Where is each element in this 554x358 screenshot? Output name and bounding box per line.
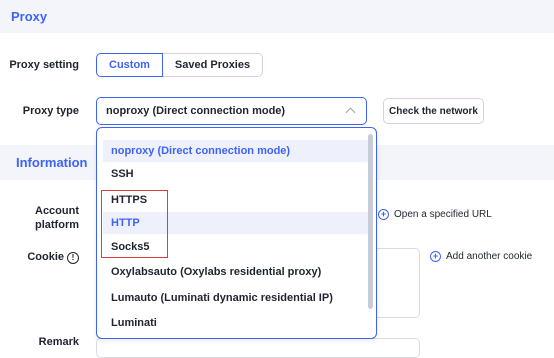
plus-circle-icon: + [430,251,441,262]
check-network-button[interactable]: Check the network [383,98,484,124]
proxy-type-select[interactable]: noproxy (Direct connection mode) [96,97,367,125]
option-lumauto[interactable]: Lumauto (Luminati dynamic residential IP… [103,287,368,309]
annotation-highlight-box [101,190,168,258]
tab-custom-label: Custom [109,59,150,71]
tab-saved-proxies[interactable]: Saved Proxies [162,53,263,77]
option-oxylabsauto[interactable]: Oxylabsauto (Oxylabs residential proxy) [103,261,368,283]
cookie-label-text: Cookie [27,251,64,263]
cookie-label: Cookie! [0,251,79,264]
proxy-setting-label: Proxy setting [9,59,79,71]
account-platform-label: Account platform [0,204,79,232]
option-luminati[interactable]: Luminati [103,312,368,334]
chevron-up-icon [345,107,356,118]
account-platform-label-line2: platform [35,219,79,231]
remark-input[interactable] [96,338,420,358]
check-network-label: Check the network [389,105,478,117]
proxy-type-label: Proxy type [22,105,79,117]
remark-label: Remark [38,336,79,348]
tab-custom[interactable]: Custom [96,53,163,77]
open-url-label: Open a specified URL [394,209,492,220]
dropdown-scrollbar[interactable] [368,134,373,309]
plus-circle-icon: + [378,209,389,220]
proxy-section-header [0,0,554,33]
proxy-section-title: Proxy [11,9,48,24]
info-icon[interactable]: ! [67,252,79,264]
add-cookie-link[interactable]: + Add another cookie [430,251,532,262]
option-ssh[interactable]: SSH [103,163,368,185]
add-cookie-label: Add another cookie [446,251,533,262]
option-noproxy[interactable]: noproxy (Direct connection mode) [103,140,368,162]
proxy-type-value: noproxy (Direct connection mode) [106,105,286,117]
information-section-title: Information [16,155,88,170]
open-url-link[interactable]: + Open a specified URL [378,209,492,220]
tab-saved-proxies-label: Saved Proxies [174,59,251,71]
account-platform-label-line1: Account [35,205,79,217]
